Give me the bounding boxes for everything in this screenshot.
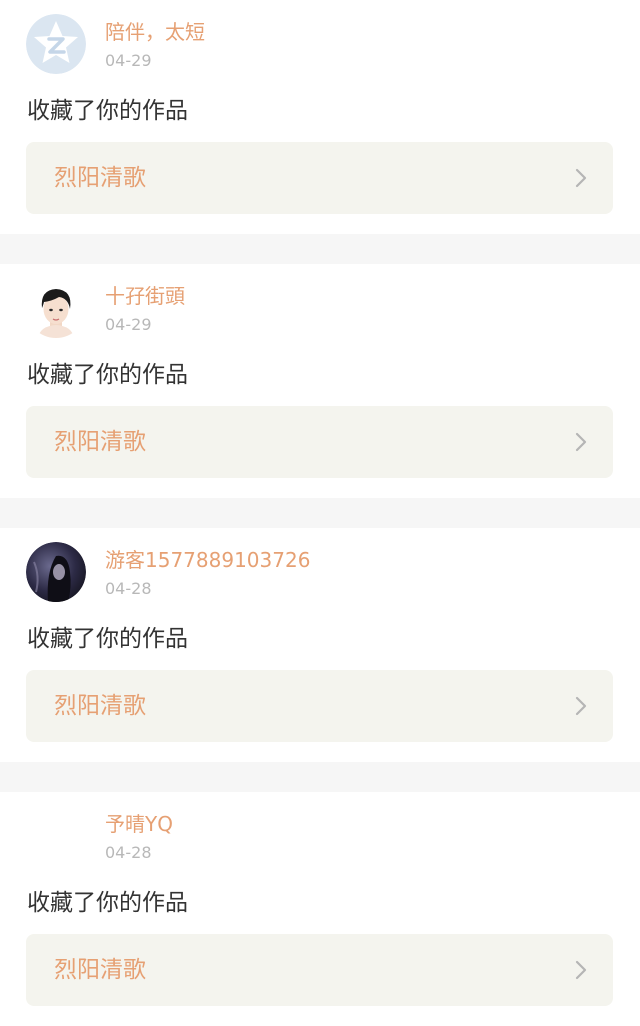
work-title: 烈阳清歌: [54, 957, 146, 983]
user-name[interactable]: 十孖街頭: [105, 282, 185, 310]
notification-card: 予晴YQ 04-28 收藏了你的作品 烈阳清歌: [0, 792, 640, 1026]
action-text: 收藏了你的作品: [27, 98, 188, 124]
work-link[interactable]: 烈阳清歌: [26, 406, 613, 478]
work-link[interactable]: 烈阳清歌: [26, 934, 613, 1006]
avatar[interactable]: [26, 806, 86, 866]
action-text: 收藏了你的作品: [27, 890, 188, 916]
user-name[interactable]: 予晴YQ: [105, 810, 173, 838]
notification-card: 十孖街頭 04-29 收藏了你的作品 烈阳清歌: [0, 264, 640, 498]
timestamp: 04-29: [105, 51, 152, 70]
work-title: 烈阳清歌: [54, 429, 146, 455]
notification-card: 陪伴，太短 04-29 收藏了你的作品 烈阳清歌: [0, 0, 640, 234]
separator: [0, 498, 640, 528]
avatar[interactable]: [26, 14, 86, 74]
user-name[interactable]: 游客1577889103726: [105, 546, 310, 574]
user-name[interactable]: 陪伴，太短: [105, 18, 205, 46]
timestamp: 04-28: [105, 579, 152, 598]
chevron-right-icon: [575, 960, 587, 980]
avatar[interactable]: [26, 278, 86, 338]
chevron-right-icon: [575, 696, 587, 716]
dark-portrait-avatar-icon: [26, 542, 86, 602]
chevron-right-icon: [575, 168, 587, 188]
avatar[interactable]: [26, 542, 86, 602]
notification-feed: 陪伴，太短 04-29 收藏了你的作品 烈阳清歌 十孖街頭 04-29 收藏了你…: [0, 0, 640, 1026]
timestamp: 04-28: [105, 843, 152, 862]
action-text: 收藏了你的作品: [27, 362, 188, 388]
work-link[interactable]: 烈阳清歌: [26, 670, 613, 742]
separator: [0, 234, 640, 264]
separator: [0, 762, 640, 792]
timestamp: 04-29: [105, 315, 152, 334]
notification-card: 游客1577889103726 04-28 收藏了你的作品 烈阳清歌: [0, 528, 640, 762]
work-link[interactable]: 烈阳清歌: [26, 142, 613, 214]
blank-avatar-icon: [26, 806, 86, 866]
qq-star-avatar-icon: [26, 14, 86, 74]
work-title: 烈阳清歌: [54, 693, 146, 719]
work-title: 烈阳清歌: [54, 165, 146, 191]
short-hair-portrait-avatar-icon: [26, 278, 86, 338]
chevron-right-icon: [575, 432, 587, 452]
action-text: 收藏了你的作品: [27, 626, 188, 652]
